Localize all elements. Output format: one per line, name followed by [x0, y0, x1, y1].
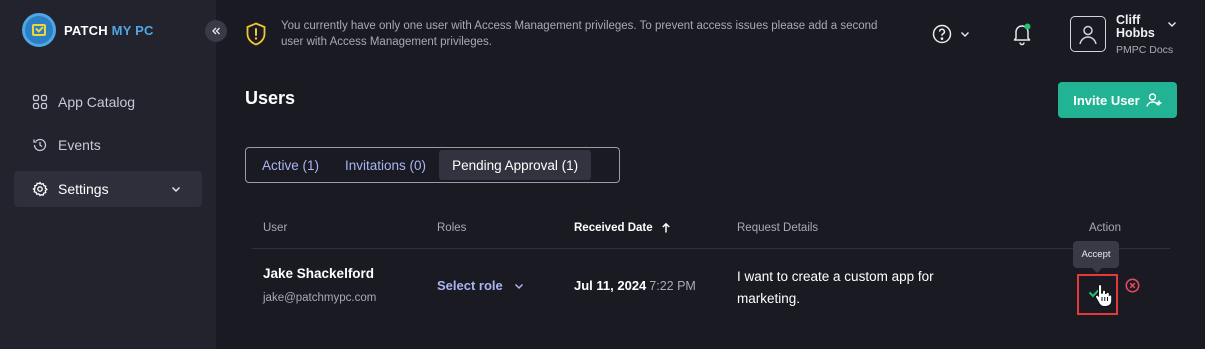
- invite-user-label: Invite User: [1073, 92, 1140, 108]
- warning-shield-icon: [245, 22, 267, 46]
- help-menu[interactable]: [932, 24, 971, 44]
- brand-name: PATCH MY PC: [64, 22, 154, 38]
- logo-icon: [22, 13, 56, 47]
- column-header-action: Action: [1089, 222, 1121, 234]
- sidebar-item-events[interactable]: Events: [14, 127, 202, 163]
- hand-pointer-cursor-icon: [1095, 283, 1112, 307]
- banner-message: You currently have only one user with Ac…: [281, 20, 878, 48]
- history-icon: [32, 137, 48, 153]
- user-email-cell: jake@patchmypc.com: [263, 292, 377, 304]
- gear-icon: [32, 181, 48, 197]
- warning-banner: You currently have only one user with Ac…: [245, 18, 881, 50]
- column-header-received-date[interactable]: Received Date: [574, 222, 672, 234]
- request-details-cell: I want to create a custom app for market…: [737, 269, 934, 306]
- column-header-label: Received Date: [574, 222, 653, 234]
- bell-icon: [1013, 23, 1031, 46]
- column-header-request-details: Request Details: [737, 222, 819, 234]
- sidebar-item-label: Events: [58, 137, 101, 153]
- double-chevron-left-icon: [212, 27, 220, 35]
- reject-button[interactable]: [1125, 278, 1140, 298]
- sidebar-item-app-catalog[interactable]: App Catalog: [14, 84, 202, 120]
- table-divider: [252, 248, 1170, 249]
- sidebar-item-settings[interactable]: Settings: [14, 171, 202, 207]
- received-date-cell: Jul 11, 2024 7:22 PM: [574, 278, 696, 293]
- chevron-down-icon: [1168, 22, 1176, 27]
- tab-pending-approval[interactable]: Pending Approval (1): [439, 150, 592, 180]
- sidebar: PATCH MY PC App Catalog Events Settings: [0, 0, 216, 349]
- role-select-label: Select role: [437, 278, 503, 293]
- user-name-cell: Jake Shackelford: [263, 266, 375, 281]
- page-title: Users: [245, 88, 296, 108]
- user-name: Cliff Hobbs: [1116, 13, 1155, 40]
- grid-icon: [32, 94, 48, 110]
- user-org: PMPC Docs: [1116, 44, 1174, 56]
- avatar: [1070, 16, 1106, 52]
- add-user-icon: [1146, 93, 1162, 107]
- user-icon: [1079, 25, 1097, 45]
- help-icon: [932, 24, 952, 44]
- column-header-roles: Roles: [437, 222, 467, 234]
- user-status-tabs: Active (1) Invitations (0) Pending Appro…: [245, 147, 620, 183]
- close-circle-icon: [1125, 278, 1140, 293]
- invite-user-button[interactable]: Invite User: [1058, 82, 1177, 118]
- sidebar-item-label: App Catalog: [58, 94, 136, 110]
- received-time: 7:22 PM: [649, 279, 696, 293]
- sidebar-item-label: Settings: [58, 181, 109, 197]
- tab-active[interactable]: Active (1): [249, 150, 332, 180]
- chevron-down-icon: [514, 283, 523, 289]
- chevron-down-icon: [961, 32, 969, 37]
- sort-ascending-icon: [661, 222, 670, 233]
- received-date: Jul 11, 2024: [574, 278, 647, 293]
- notifications-button[interactable]: [1011, 22, 1033, 51]
- column-header-user: User: [263, 222, 288, 234]
- accept-tooltip: Accept: [1073, 241, 1119, 273]
- chevron-down-icon: [170, 182, 182, 198]
- tab-invitations[interactable]: Invitations (0): [332, 150, 439, 180]
- role-select-dropdown[interactable]: Select role: [437, 278, 525, 293]
- collapse-sidebar-button[interactable]: [205, 20, 227, 42]
- logo[interactable]: PATCH MY PC: [22, 13, 154, 47]
